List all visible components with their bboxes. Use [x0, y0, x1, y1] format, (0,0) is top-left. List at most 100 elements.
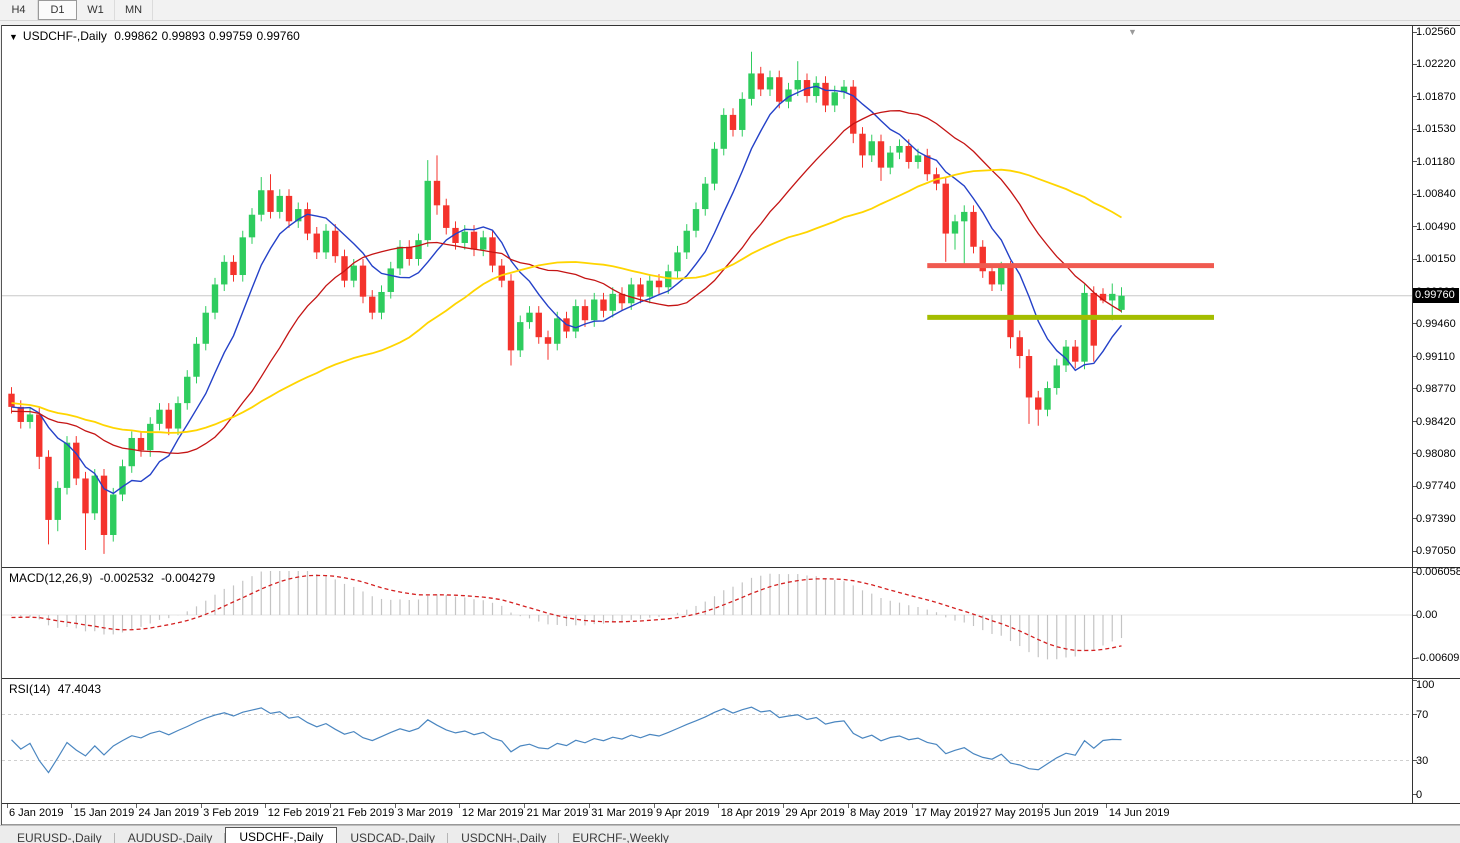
chart-tab-audusddaily[interactable]: AUDUSD-,Daily	[115, 829, 226, 843]
timeframe-button-mn[interactable]: MN	[115, 0, 153, 20]
ohlc-low: 0.99759	[209, 29, 252, 43]
price-axis-label: 0.97390	[1416, 512, 1456, 526]
rsi-axis-label: 30	[1416, 754, 1428, 768]
date-axis-tick	[7, 804, 8, 808]
price-axis-label: 0.98770	[1416, 382, 1456, 396]
rsi-axis-label: 70	[1416, 708, 1428, 722]
price-axis-label: 1.00150	[1416, 252, 1456, 266]
price-axis-label: 1.01530	[1416, 122, 1456, 136]
date-axis-tick	[848, 804, 849, 808]
macd-plot-area[interactable]: MACD(12,26,9) -0.002532 -0.004279	[2, 568, 1413, 678]
price-axis-label: 0.98080	[1416, 447, 1456, 461]
chart-symbol: USDCHF-,Daily	[23, 29, 107, 43]
date-axis-label: 12 Feb 2019	[268, 807, 330, 819]
date-axis-tick	[589, 804, 590, 808]
price-axis-label: 0.99460	[1416, 317, 1456, 331]
rsi-axis-label: 0	[1416, 788, 1422, 802]
date-axis-label: 3 Mar 2019	[397, 807, 453, 819]
date-axis-tick	[136, 804, 137, 808]
date-axis-tick	[783, 804, 784, 808]
price-axis-label: 1.01870	[1416, 90, 1456, 104]
date-axis-tick	[912, 804, 913, 808]
macd-panel: MACD(12,26,9) -0.002532 -0.004279 0.0060…	[2, 568, 1460, 679]
toolbar-empty-space	[153, 0, 1460, 20]
chart-tab-usdcaddaily[interactable]: USDCAD-,Daily	[337, 829, 448, 843]
date-axis-tick	[1106, 804, 1107, 808]
timeframe-button-d1[interactable]: D1	[38, 0, 77, 20]
date-axis-tick	[977, 804, 978, 808]
current-price-label: 0.99760	[1413, 288, 1459, 303]
macd-axis-label: 0.006058	[1416, 565, 1460, 579]
date-axis-label: 8 May 2019	[850, 807, 907, 819]
date-axis-tick	[71, 804, 72, 808]
date-axis-tick	[265, 804, 266, 808]
timeframe-button-h4[interactable]: H4	[0, 0, 38, 20]
chart-tab-bar: EURUSD-,DailyAUDUSD-,DailyUSDCHF-,DailyU…	[0, 825, 1460, 843]
price-axis-label: 1.00840	[1416, 187, 1456, 201]
date-axis-tick	[524, 804, 525, 808]
date-axis-label: 5 Jun 2019	[1044, 807, 1098, 819]
date-axis-label: 29 Apr 2019	[785, 807, 844, 819]
date-axis-tick	[201, 804, 202, 808]
ohlc-open: 0.99862	[114, 29, 157, 43]
chart-tab-eurchfweekly[interactable]: EURCHF-,Weekly	[559, 829, 681, 843]
timeframe-button-w1[interactable]: W1	[77, 0, 115, 20]
macd-axis[interactable]: 0.006058 0.00 -0.006095	[1413, 568, 1459, 678]
macd-signal-value: -0.004279	[161, 571, 215, 585]
macd-label: MACD(12,26,9)	[9, 571, 92, 585]
timeframe-toolbar: H4D1W1MN	[0, 0, 1460, 21]
rsi-chart	[2, 679, 1412, 802]
chart-tab-usdcnhdaily[interactable]: USDCNH-,Daily	[448, 829, 559, 843]
date-axis-label: 17 May 2019	[915, 807, 979, 819]
date-axis-tick	[1042, 804, 1043, 808]
date-axis-tick	[330, 804, 331, 808]
rsi-title: RSI(14) 47.4043	[9, 682, 105, 696]
price-axis-label: 0.99110	[1416, 350, 1455, 364]
price-axis-label: 0.98420	[1416, 415, 1456, 429]
date-axis-label: 6 Jan 2019	[9, 807, 63, 819]
candlestick-chart	[2, 26, 1412, 565]
date-axis-label: 21 Feb 2019	[333, 807, 395, 819]
rsi-axis[interactable]: 100 70 30 0	[1413, 679, 1459, 803]
date-axis-tick	[459, 804, 460, 808]
date-axis-label: 14 Jun 2019	[1109, 807, 1170, 819]
ohlc-high: 0.99893	[162, 29, 205, 43]
date-axis-tick	[395, 804, 396, 808]
price-axis-label: 0.97050	[1416, 544, 1456, 558]
mt4-window: H4D1W1MN ▼ USDCHF-,Daily 0.99862 0.99893 0.…	[0, 0, 1460, 843]
date-axis-tick	[654, 804, 655, 808]
chart-title: ▼ USDCHF-,Daily 0.99862 0.99893 0.99759 0.99…	[9, 29, 304, 43]
date-axis-tick	[718, 804, 719, 808]
chart-shift-marker-icon[interactable]: ▼	[1128, 27, 1137, 37]
rsi-value: 47.4043	[58, 682, 101, 696]
price-axis-label: 1.00490	[1416, 220, 1456, 234]
macd-title: MACD(12,26,9) -0.002532 -0.004279	[9, 571, 219, 585]
price-axis[interactable]: 1.025601.022201.018701.015301.011801.008…	[1413, 26, 1459, 567]
chart-tab-eurusddaily[interactable]: EURUSD-,Daily	[4, 829, 115, 843]
macd-axis-label: -0.006095	[1416, 651, 1460, 665]
rsi-axis-label: 100	[1416, 678, 1434, 692]
quick-trade-arrow-icon[interactable]: ▼	[9, 32, 18, 42]
date-axis-label: 9 Apr 2019	[656, 807, 709, 819]
macd-value: -0.002532	[100, 571, 154, 585]
date-axis-label: 31 Mar 2019	[591, 807, 653, 819]
macd-axis-label: 0.00	[1416, 608, 1437, 622]
chart-window: ▼ USDCHF-,Daily 0.99862 0.99893 0.99759 0.99…	[1, 25, 1460, 825]
rsi-label: RSI(14)	[9, 682, 50, 696]
ohlc-close: 0.99760	[256, 29, 299, 43]
date-axis-label: 3 Feb 2019	[203, 807, 259, 819]
date-axis-label: 12 Mar 2019	[462, 807, 524, 819]
date-axis[interactable]: 6 Jan 2019 15 Jan 201924 Jan 2019 3 Feb 20…	[2, 804, 1460, 825]
price-axis-label: 1.01180	[1416, 155, 1455, 169]
price-plot-area[interactable]: ▼ USDCHF-,Daily 0.99862 0.99893 0.99759 0.99…	[2, 26, 1413, 567]
chart-tab-usdchfdaily[interactable]: USDCHF-,Daily	[225, 827, 337, 843]
date-axis-label: 27 May 2019	[980, 807, 1044, 819]
date-axis-label: 15 Jan 2019	[74, 807, 135, 819]
date-axis-label: 21 Mar 2019	[527, 807, 589, 819]
date-axis-label: 18 Apr 2019	[721, 807, 780, 819]
rsi-plot-area[interactable]: RSI(14) 47.4043	[2, 679, 1413, 803]
price-axis-label: 1.02220	[1416, 57, 1456, 71]
price-panel: ▼ USDCHF-,Daily 0.99862 0.99893 0.99759 0.99…	[2, 25, 1460, 568]
price-axis-label: 0.97740	[1416, 479, 1456, 493]
date-axis-label: 24 Jan 2019	[138, 807, 199, 819]
